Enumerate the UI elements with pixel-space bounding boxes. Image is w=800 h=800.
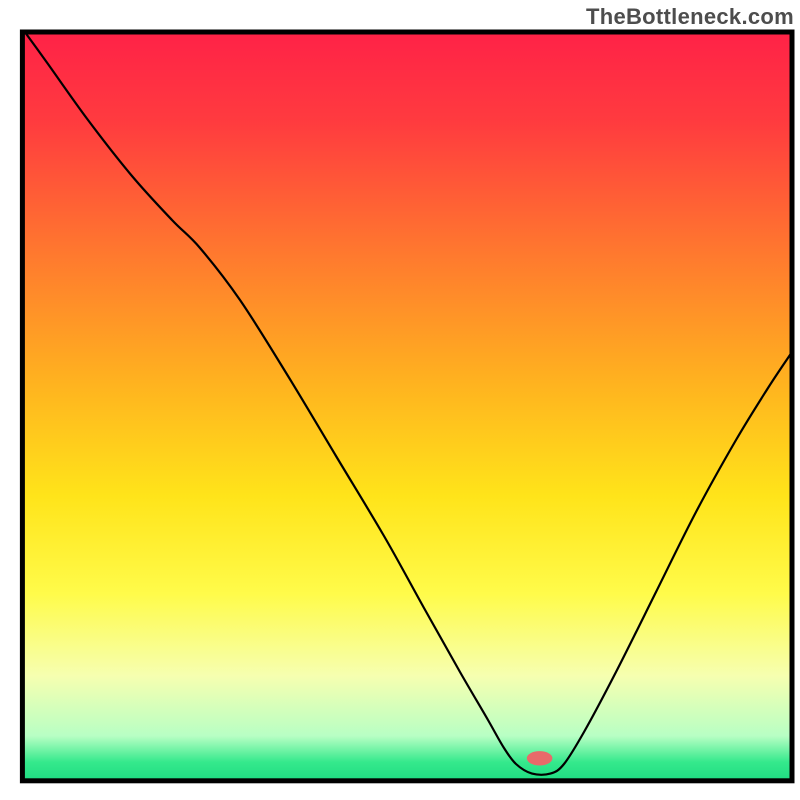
watermark-text: TheBottleneck.com xyxy=(586,4,794,30)
gradient-background xyxy=(22,32,792,781)
bottleneck-chart xyxy=(0,0,800,800)
chart-container: TheBottleneck.com xyxy=(0,0,800,800)
optimal-marker xyxy=(527,751,553,765)
